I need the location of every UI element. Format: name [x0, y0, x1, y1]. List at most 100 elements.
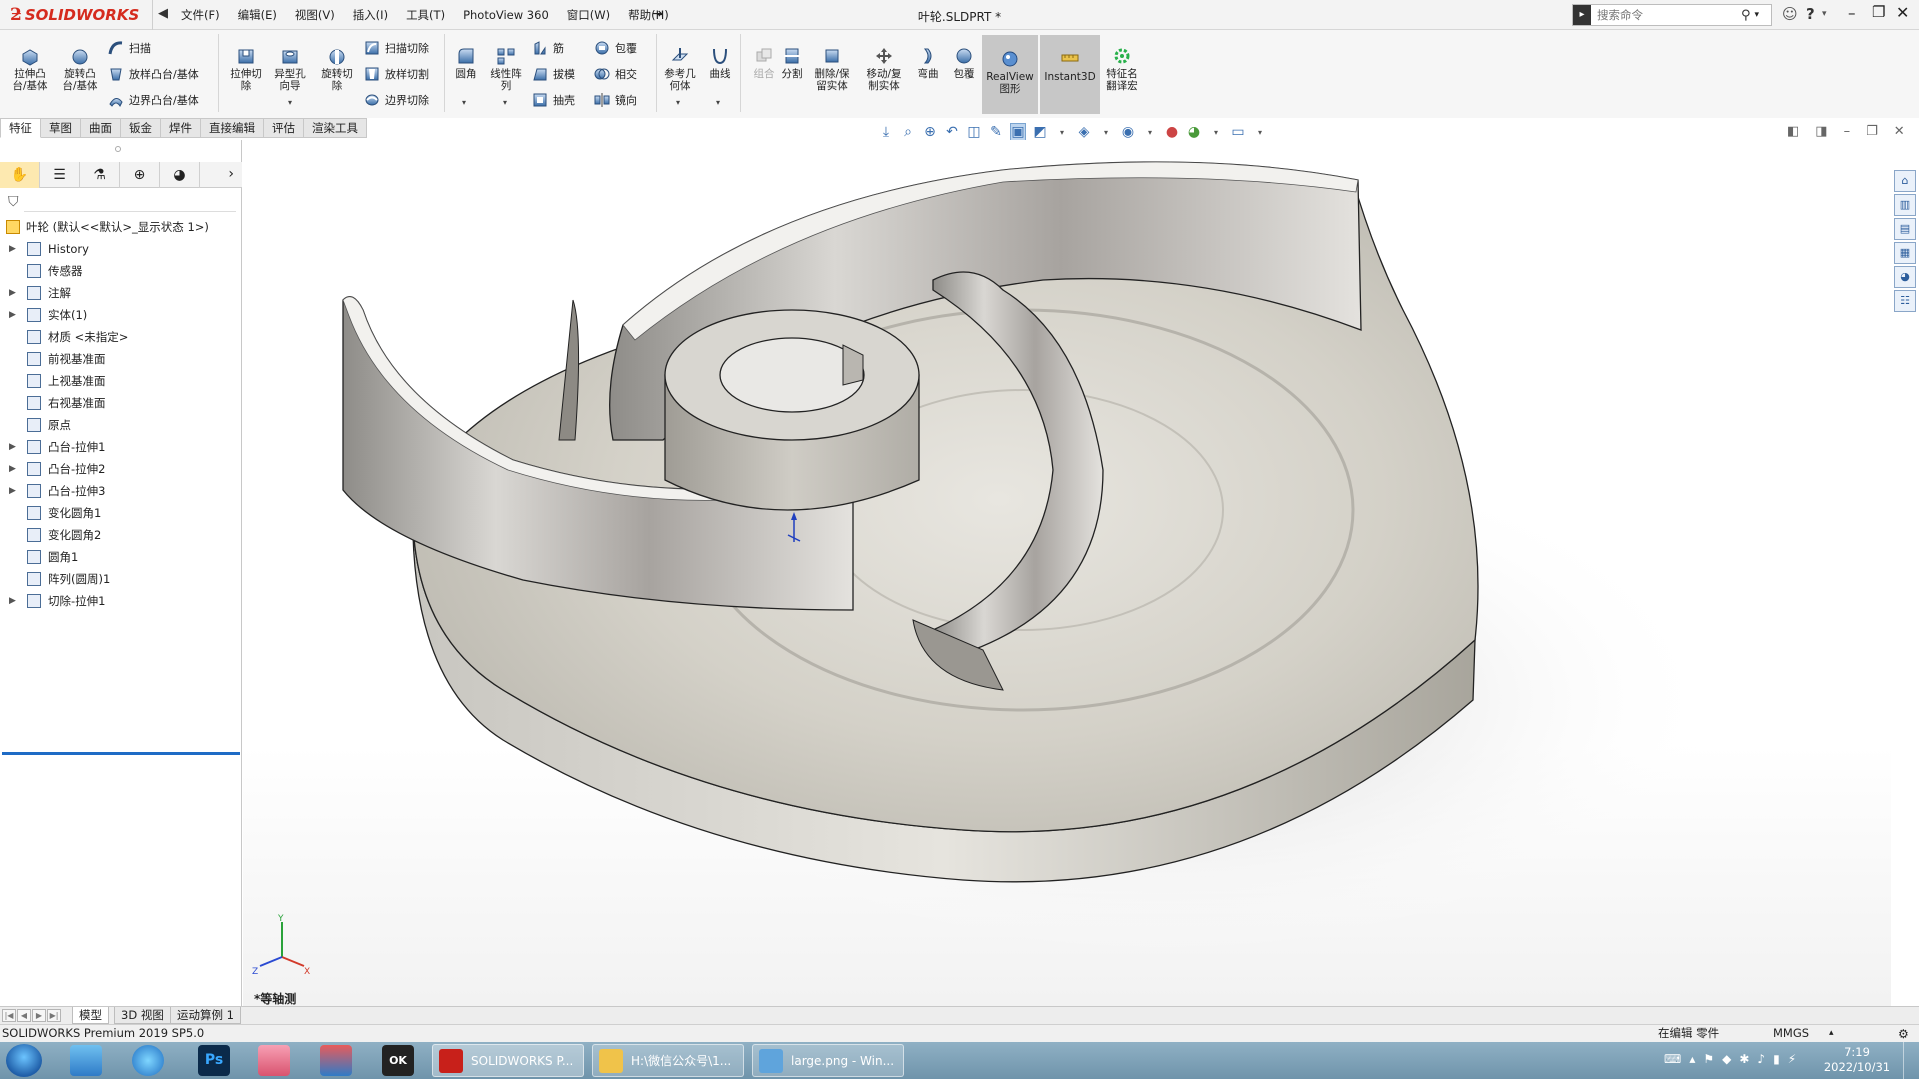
menu-edit[interactable]: 编辑(E) [229, 0, 286, 30]
tree-item[interactable]: 变化圆角1 [0, 502, 242, 524]
tree-item[interactable]: 阵列(圆周)1 [0, 568, 242, 590]
search-box[interactable]: ▸ ⚲ ▾ [1572, 4, 1772, 26]
chevron-down-icon[interactable]: ▾ [288, 98, 292, 107]
chevron-up-icon[interactable]: ▴ [1689, 1052, 1695, 1066]
wrap-body-button[interactable]: 包覆 [942, 46, 986, 80]
hole-wizard-button[interactable]: 异型孔 向导 [268, 46, 312, 92]
unit-system[interactable]: MMGS [1773, 1025, 1809, 1042]
draft-button[interactable]: 拔模 [532, 64, 575, 84]
tab-3d-views[interactable]: 3D 视图 [114, 1007, 171, 1024]
filter-field[interactable] [24, 192, 236, 212]
tab-features[interactable]: 特征 [0, 118, 41, 138]
section-view-icon[interactable]: ◫ [966, 124, 982, 140]
menu-window[interactable]: 窗口(W) [558, 0, 619, 30]
chevron-down-icon[interactable]: ▾ [462, 98, 466, 107]
linear-pattern-button[interactable]: 线性阵 列 [484, 46, 528, 92]
property-manager-tab-icon[interactable]: ☰ [40, 162, 80, 188]
design-library-icon[interactable]: ▥ [1894, 194, 1916, 216]
app-icon-qq[interactable] [70, 1045, 102, 1076]
edit-appearance-icon[interactable]: ◉ [1120, 124, 1136, 140]
tree-item[interactable]: ▶ 凸台-拉伸2 [0, 458, 242, 480]
rebuild-status-icon[interactable]: ⚙ [1898, 1026, 1909, 1043]
rib-button[interactable]: 筋 [532, 38, 564, 58]
tree-item[interactable]: ▶ 凸台-拉伸3 [0, 480, 242, 502]
taskbar-window-photo-viewer[interactable]: large.png - Win... [752, 1044, 904, 1077]
monitor-icon[interactable]: ▭ [1230, 124, 1246, 140]
tab-weldments[interactable]: 焊件 [161, 118, 201, 138]
power-icon[interactable]: ⚡ [1788, 1052, 1796, 1066]
snipping-tool-icon[interactable] [320, 1045, 352, 1076]
tree-root-part[interactable]: 叶轮 (默认<<默认>_显示状态 1>) [0, 216, 242, 238]
tree-item[interactable]: 圆角1 [0, 546, 242, 568]
last-tab-icon[interactable]: ▶| [47, 1009, 61, 1022]
chevron-up-icon[interactable]: ▴ [1829, 1025, 1834, 1042]
chevron-down-icon[interactable]: ▾ [503, 98, 507, 107]
delete-keep-body-button[interactable]: 删除/保 留实体 [810, 46, 854, 92]
help-dropdown-icon[interactable]: ▾ [1822, 9, 1827, 19]
view-orientation-icon[interactable]: ⤓ [878, 124, 894, 140]
menu-view[interactable]: 视图(V) [286, 0, 344, 30]
taskbar-window-explorer[interactable]: H:\微信公众号\1... [592, 1044, 744, 1077]
loft-boss-button[interactable]: 放样凸台/基体 [108, 64, 199, 84]
split-right-icon[interactable]: ◨ [1815, 124, 1827, 139]
first-tab-icon[interactable]: |◀ [2, 1009, 16, 1022]
chevron-down-icon[interactable]: ▾ [716, 98, 720, 107]
apply-scene-icon[interactable]: ● [1164, 124, 1180, 140]
bluetooth-icon[interactable]: ✱ [1739, 1052, 1749, 1066]
custom-properties-icon[interactable]: ☷ [1894, 290, 1916, 312]
fillet-button[interactable]: 圆角 [444, 46, 488, 80]
expand-arrow-icon[interactable]: ▶ [9, 590, 16, 612]
zoom-to-fit-icon[interactable]: ⌕ [900, 124, 916, 140]
tree-item[interactable]: ▶ 注解 [0, 282, 242, 304]
start-button-icon[interactable] [6, 1044, 42, 1077]
rollback-bar[interactable] [2, 752, 240, 755]
restore-icon[interactable]: ❐ [1872, 3, 1885, 21]
taskbar-window-solidworks[interactable]: SOLIDWORKS P... [432, 1044, 584, 1077]
chevron-right-icon[interactable]: › [228, 166, 234, 182]
menu-collapse-icon[interactable]: ◀ [158, 6, 168, 21]
view-palette-icon[interactable]: ▦ [1894, 242, 1916, 264]
user-icon[interactable]: ☺ [1782, 5, 1798, 23]
mirror-button[interactable]: 镜向 [594, 90, 637, 110]
zoom-to-area-icon[interactable]: ⊕ [922, 124, 938, 140]
curves-button[interactable]: 曲线 [698, 46, 742, 80]
boundary-boss-button[interactable]: 边界凸台/基体 [108, 90, 199, 110]
tree-item[interactable]: ▶ 凸台-拉伸1 [0, 436, 242, 458]
tab-render-tools[interactable]: 渲染工具 [304, 118, 367, 138]
solidworks-logo[interactable]: ƻ SOLIDWORKS [10, 3, 139, 27]
tree-item[interactable]: 变化圆角2 [0, 524, 242, 546]
restore-icon[interactable]: ❐ [1866, 124, 1878, 139]
feature-translate-button[interactable]: 特征名 翻译宏 [1100, 46, 1144, 92]
tree-item[interactable]: 传感器 [0, 260, 242, 282]
wrap-button[interactable]: 包覆 [594, 38, 637, 58]
menu-file[interactable]: 文件(F) [172, 0, 229, 30]
prev-tab-icon[interactable]: ◀ [17, 1009, 31, 1022]
graphics-area[interactable] [243, 140, 1891, 1006]
minimize-icon[interactable]: – [1844, 124, 1851, 139]
tab-evaluate[interactable]: 评估 [264, 118, 304, 138]
filter-icon[interactable]: ⛉ [8, 194, 19, 210]
keyboard-icon[interactable]: ⌨ [1664, 1052, 1681, 1066]
system-clock[interactable]: 7:19 2022/10/31 [1820, 1045, 1894, 1075]
expand-arrow-icon[interactable]: ▶ [9, 458, 16, 480]
menu-help[interactable]: 帮助(H) [619, 0, 678, 30]
extrude-cut-button[interactable]: 拉伸切 除 [224, 46, 268, 92]
feature-manager-tab-icon[interactable]: ✋ [0, 162, 40, 188]
tab-surfaces[interactable]: 曲面 [81, 118, 121, 138]
dimxpert-tab-icon[interactable]: ⊕ [120, 162, 160, 188]
app-icon-browser[interactable] [132, 1045, 164, 1076]
previous-view-icon[interactable]: ↶ [944, 124, 960, 140]
dynamic-annotation-icon[interactable]: ✎ [988, 124, 1004, 140]
tree-item[interactable]: 原点 [0, 414, 242, 436]
intersect-button[interactable]: 相交 [594, 64, 637, 84]
appearances-icon[interactable]: ◕ [1894, 266, 1916, 288]
app-icon-media[interactable] [258, 1045, 290, 1076]
minimize-icon[interactable]: – [1848, 4, 1856, 22]
expand-arrow-icon[interactable]: ▶ [9, 436, 16, 458]
reference-geometry-button[interactable]: 参考几 何体 [658, 46, 702, 92]
expand-arrow-icon[interactable]: ▶ [9, 282, 16, 304]
tree-item[interactable]: 上视基准面 [0, 370, 242, 392]
expand-arrow-icon[interactable]: ▶ [9, 238, 16, 260]
next-tab-icon[interactable]: ▶ [32, 1009, 46, 1022]
revolve-cut-button[interactable]: 旋转切 除 [315, 46, 359, 92]
